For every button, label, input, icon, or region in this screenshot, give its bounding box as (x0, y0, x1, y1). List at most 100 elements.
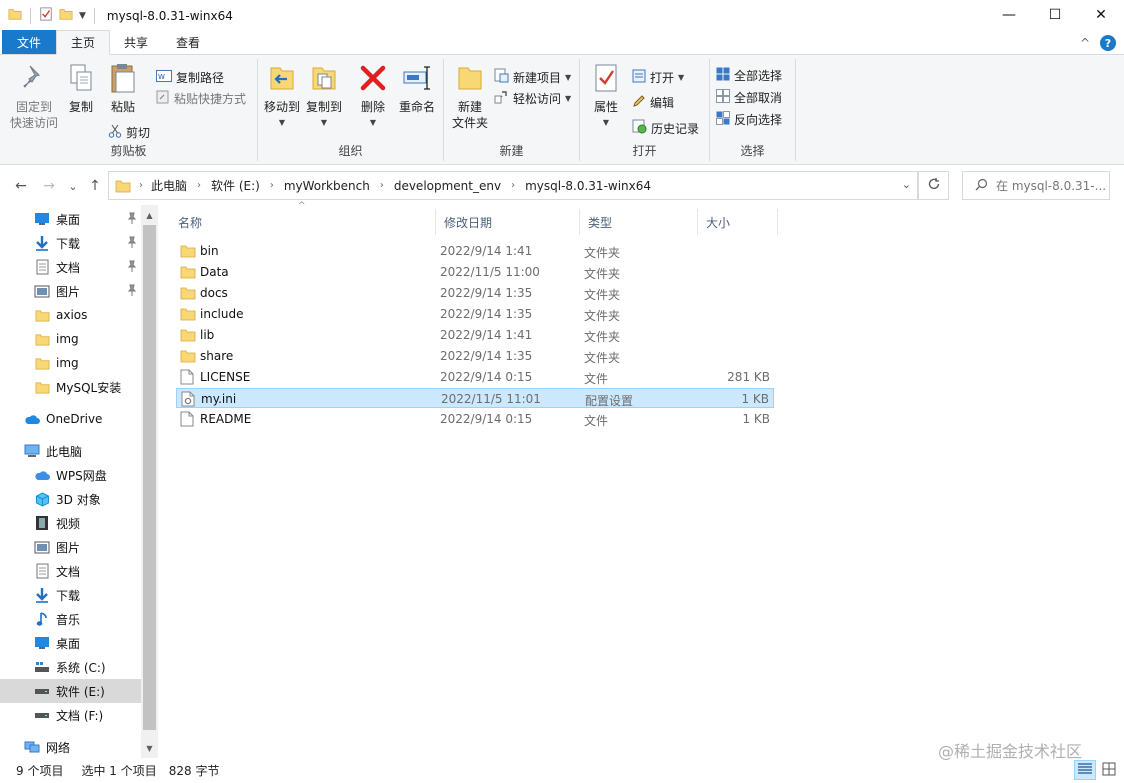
file-row[interactable]: bin 2022/9/14 1:41 文件夹 (176, 241, 774, 261)
file-row[interactable]: include 2022/9/14 1:35 文件夹 (176, 304, 774, 324)
nav-scrollbar[interactable]: ▲ ▼ (141, 205, 158, 758)
cut-button[interactable]: 剪切 (108, 124, 150, 141)
close-button[interactable]: ✕ (1078, 0, 1124, 30)
nav-item-drive-c[interactable]: 系统 (C:) (0, 655, 141, 679)
nav-item-downloads-pc[interactable]: 下载 (0, 583, 141, 607)
file-row[interactable]: share 2022/9/14 1:35 文件夹 (176, 346, 774, 366)
folder-icon (34, 355, 50, 371)
tab-file[interactable]: 文件 (2, 30, 57, 54)
maximize-button[interactable]: ☐ (1032, 0, 1078, 30)
nav-item-pictures[interactable]: 图片 (0, 279, 141, 303)
breadcrumb-chevron-icon[interactable]: › (511, 180, 515, 191)
nav-item-axios[interactable]: axios (0, 303, 141, 327)
nav-item-mysql-install[interactable]: MySQL安装 (0, 375, 141, 399)
breadcrumb-item[interactable]: myWorkbench (284, 179, 370, 193)
tab-home[interactable]: 主页 (56, 30, 111, 55)
breadcrumb-chevron-icon[interactable]: › (380, 180, 384, 191)
delete-button[interactable]: 删除 ▼ (356, 63, 390, 131)
open-button[interactable]: 打开 ▼ (632, 69, 684, 86)
nav-item-drive-f[interactable]: 文档 (F:) (0, 703, 141, 727)
nav-item-pictures-pc[interactable]: 图片 (0, 535, 141, 559)
pin-icon[interactable] (127, 236, 137, 251)
nav-item-3d-objects[interactable]: 3D 对象 (0, 487, 141, 511)
scroll-down-arrow-icon[interactable]: ▼ (141, 740, 158, 756)
nav-item-desktop[interactable]: 桌面 (0, 207, 141, 231)
select-all-button[interactable]: 全部选择 (716, 67, 782, 84)
nav-item-onedrive[interactable]: OneDrive (0, 407, 141, 431)
nav-item-label: OneDrive (46, 412, 103, 426)
large-icons-view-button[interactable] (1098, 760, 1120, 780)
search-input[interactable]: 在 mysql-8.0.31-... (962, 171, 1110, 200)
tab-view[interactable]: 查看 (162, 30, 214, 54)
breadcrumb-item[interactable]: mysql-8.0.31-winx64 (525, 179, 651, 193)
pin-icon[interactable] (127, 260, 137, 275)
collapse-ribbon-icon[interactable]: ^ (1080, 36, 1090, 50)
rename-button[interactable]: 重命名 (396, 63, 438, 115)
copy-path-button[interactable]: W 复制路径 (156, 69, 224, 86)
file-row[interactable]: Data 2022/11/5 11:00 文件夹 (176, 262, 774, 282)
scroll-up-arrow-icon[interactable]: ▲ (141, 207, 158, 223)
breadcrumb-chevron-icon[interactable]: › (197, 180, 201, 191)
history-icon (632, 119, 647, 137)
nav-item-this-pc[interactable]: 此电脑 (0, 439, 141, 463)
pin-quick-access-button[interactable]: 固定到 快速访问 (6, 63, 62, 131)
nav-item-img-2[interactable]: img (0, 351, 141, 375)
customize-toolbar-caret-icon[interactable]: ▼ (79, 11, 86, 21)
file-row[interactable]: lib 2022/9/14 1:41 文件夹 (176, 325, 774, 345)
breadcrumb-item[interactable]: 软件 (E:) (211, 177, 260, 194)
new-item-button[interactable]: 新建项目 ▼ (494, 68, 571, 86)
back-button[interactable]: ← (12, 176, 30, 196)
paste-shortcut-button[interactable]: 粘贴快捷方式 (156, 90, 246, 107)
breadcrumb-item[interactable]: development_env (394, 179, 501, 193)
nav-item-drive-e[interactable]: 软件 (E:) (0, 679, 141, 703)
details-view-button[interactable] (1074, 760, 1096, 780)
nav-item-img[interactable]: img (0, 327, 141, 351)
history-button[interactable]: 历史记录 (632, 119, 699, 137)
pin-icon[interactable] (127, 212, 137, 227)
column-header-type[interactable]: 类型 (580, 209, 698, 235)
paste-button[interactable]: 粘贴 (104, 63, 142, 115)
refresh-button[interactable] (918, 171, 949, 200)
file-row[interactable]: my.ini 2022/11/5 11:01 配置设置 1 KB (176, 388, 774, 408)
search-icon (975, 178, 988, 194)
forward-button[interactable]: → (40, 176, 58, 196)
help-icon[interactable]: ? (1100, 35, 1116, 51)
breadcrumb-chevron-icon[interactable]: › (139, 180, 143, 191)
column-header-name[interactable]: 名称 (170, 209, 436, 235)
file-row[interactable]: README 2022/9/14 0:15 文件 1 KB (176, 409, 774, 429)
nav-scrollbar-thumb[interactable] (143, 225, 156, 730)
nav-item-documents[interactable]: 文档 (0, 255, 141, 279)
copy-button[interactable]: 复制 (64, 63, 98, 115)
column-header-date[interactable]: 修改日期 (436, 209, 580, 235)
minimize-button[interactable]: — (986, 0, 1032, 30)
tab-share[interactable]: 共享 (110, 30, 162, 54)
properties-check-icon[interactable] (39, 7, 53, 24)
copy-to-button[interactable]: 复制到 ▼ (304, 63, 344, 131)
properties-button[interactable]: 属性 ▼ (588, 63, 624, 131)
recent-locations-button[interactable]: ⌄ (64, 176, 82, 196)
select-none-button[interactable]: 全部取消 (716, 89, 782, 106)
file-row[interactable]: docs 2022/9/14 1:35 文件夹 (176, 283, 774, 303)
breadcrumb-item[interactable]: 此电脑 (151, 177, 187, 194)
easy-access-button[interactable]: 轻松访问 ▼ (494, 89, 571, 107)
breadcrumb-chevron-icon[interactable]: › (270, 180, 274, 191)
nav-item-music[interactable]: 音乐 (0, 607, 141, 631)
column-header-size[interactable]: 大小 (698, 209, 778, 235)
up-button[interactable]: ↑ (86, 176, 104, 196)
file-row[interactable]: LICENSE 2022/9/14 0:15 文件 281 KB (176, 367, 774, 387)
nav-item-desktop-pc[interactable]: 桌面 (0, 631, 141, 655)
edit-button[interactable]: 编辑 (632, 94, 674, 111)
new-folder-icon[interactable] (59, 7, 73, 24)
nav-item-videos[interactable]: 视频 (0, 511, 141, 535)
move-to-button[interactable]: 移动到 ▼ (262, 63, 302, 131)
nav-item-label: 音乐 (56, 612, 81, 627)
nav-item-wps-drive[interactable]: WPS网盘 (0, 463, 141, 487)
invert-selection-button[interactable]: 反向选择 (716, 111, 782, 128)
nav-item-downloads[interactable]: 下载 (0, 231, 141, 255)
nav-item-network[interactable]: 网络 (0, 735, 141, 759)
address-dropdown-icon[interactable]: ⌄ (902, 178, 911, 191)
nav-item-documents-pc[interactable]: 文档 (0, 559, 141, 583)
address-bar[interactable]: › 此电脑 › 软件 (E:) › myWorkbench › developm… (108, 171, 918, 200)
pin-icon[interactable] (127, 284, 137, 299)
new-folder-button[interactable]: 新建 文件夹 (448, 63, 492, 131)
